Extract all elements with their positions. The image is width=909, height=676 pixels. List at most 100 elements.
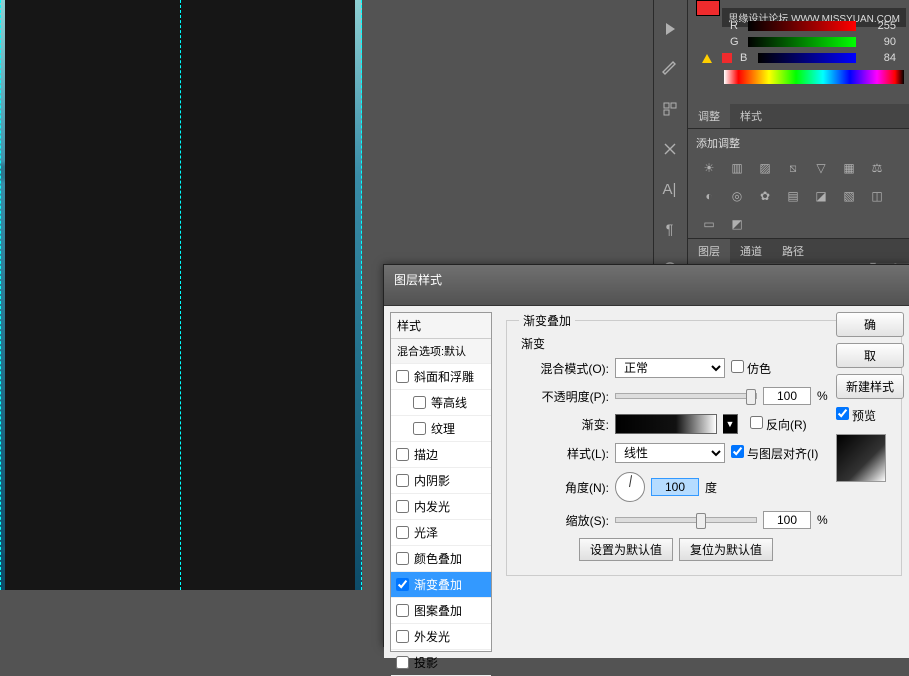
angle-input[interactable] (651, 478, 699, 496)
opacity-input[interactable] (763, 387, 811, 405)
red-slider[interactable] (748, 21, 856, 31)
style-checkbox[interactable] (396, 448, 409, 461)
green-slider[interactable] (748, 37, 856, 47)
ok-button[interactable]: 确 (836, 312, 904, 337)
scale-slider[interactable] (615, 517, 757, 523)
tab-adjustments[interactable]: 调整 (688, 104, 730, 128)
red-value[interactable] (862, 19, 898, 33)
blend-mode-label: 混合模式(O): (519, 360, 609, 377)
threshold-icon[interactable]: ◫ (868, 187, 886, 205)
play-icon[interactable] (659, 18, 681, 40)
style-pattern-overlay[interactable]: 图案叠加 (391, 598, 491, 624)
style-checkbox[interactable] (396, 630, 409, 643)
color-spectrum[interactable] (724, 70, 904, 84)
cancel-button[interactable]: 取 (836, 343, 904, 368)
levels-icon[interactable]: ▥ (728, 159, 746, 177)
guide-line (0, 0, 2, 590)
brush-icon[interactable] (659, 58, 681, 80)
style-texture[interactable]: 纹理 (391, 416, 491, 442)
dialog-title: 图层样式 (384, 265, 909, 306)
bw-icon[interactable]: ◐ (700, 187, 718, 205)
style-color-overlay[interactable]: 颜色叠加 (391, 546, 491, 572)
scale-input[interactable] (763, 511, 811, 529)
lut-icon[interactable]: ▤ (784, 187, 802, 205)
invert-icon[interactable]: ◪ (812, 187, 830, 205)
style-checkbox[interactable] (396, 370, 409, 383)
styles-header[interactable]: 样式 (391, 313, 491, 339)
blend-options-default[interactable]: 混合选项:默认 (391, 339, 491, 364)
dialog-buttons: 确 取 新建样式 预览 (836, 312, 904, 482)
right-panels: 思缘设计论坛 WWW.MISSYUAN.COM R G B 调整 样式 添加调整 (687, 0, 909, 272)
hue-icon[interactable]: ▦ (840, 159, 858, 177)
align-checkbox[interactable]: 与图层对齐(I) (731, 445, 818, 462)
exposure-icon[interactable]: ⧅ (784, 159, 802, 177)
guide-line (361, 0, 362, 590)
tab-channels[interactable]: 通道 (730, 239, 772, 263)
paragraph-icon[interactable]: ¶ (659, 218, 681, 240)
blue-slider[interactable] (758, 53, 856, 63)
color-chip[interactable] (722, 53, 732, 63)
opacity-slider[interactable] (615, 393, 757, 399)
swatches-icon[interactable] (659, 98, 681, 120)
color-slider-row: R (724, 18, 904, 34)
brightness-icon[interactable]: ☀ (700, 159, 718, 177)
photo-filter-icon[interactable]: ◎ (728, 187, 746, 205)
tab-paths[interactable]: 路径 (772, 239, 814, 263)
tab-layers[interactable]: 图层 (688, 239, 730, 263)
layer-style-dialog: 图层样式 样式 混合选项:默认 斜面和浮雕 等高线 纹理 描边 内阴影 内发光 … (383, 264, 909, 647)
blue-value[interactable] (862, 51, 898, 65)
curves-icon[interactable]: ▨ (756, 159, 774, 177)
crossed-tools-icon[interactable] (659, 138, 681, 160)
scale-label: 缩放(S): (519, 512, 609, 529)
style-inner-glow[interactable]: 内发光 (391, 494, 491, 520)
style-checkbox[interactable] (396, 500, 409, 513)
slider-label: G (730, 36, 742, 48)
style-checkbox[interactable] (396, 526, 409, 539)
angle-dial[interactable] (615, 472, 645, 502)
reset-default-button[interactable]: 复位为默认值 (679, 538, 773, 561)
gradient-dropdown-icon[interactable]: ▼ (723, 414, 738, 434)
gradient-map-icon[interactable]: ▭ (700, 215, 718, 233)
vibrance-icon[interactable]: ▽ (812, 159, 830, 177)
style-checkbox[interactable] (413, 396, 426, 409)
gradient-style-select[interactable]: 线性 (615, 443, 725, 463)
style-checkbox[interactable] (396, 604, 409, 617)
posterize-icon[interactable]: ▧ (840, 187, 858, 205)
gamut-warning-icon[interactable] (702, 54, 712, 63)
style-inner-shadow[interactable]: 内阴影 (391, 468, 491, 494)
style-stroke[interactable]: 描边 (391, 442, 491, 468)
style-gradient-overlay[interactable]: 渐变叠加 (391, 572, 491, 598)
text-icon[interactable]: A| (659, 178, 681, 200)
blend-mode-select[interactable]: 正常 (615, 358, 725, 378)
opacity-label: 不透明度(P): (519, 388, 609, 405)
canvas-document[interactable] (0, 0, 362, 590)
balance-icon[interactable]: ⚖ (868, 159, 886, 177)
channel-mixer-icon[interactable]: ✿ (756, 187, 774, 205)
reverse-checkbox[interactable]: 反向(R) (750, 416, 807, 433)
new-style-button[interactable]: 新建样式 (836, 374, 904, 399)
style-checkbox[interactable] (396, 656, 409, 669)
color-slider-row: B (696, 50, 904, 66)
gradient-sub-label: 渐变 (521, 335, 889, 352)
style-outer-glow[interactable]: 外发光 (391, 624, 491, 650)
style-checkbox[interactable] (396, 552, 409, 565)
style-bevel[interactable]: 斜面和浮雕 (391, 364, 491, 390)
dither-checkbox[interactable]: 仿色 (731, 360, 771, 377)
tool-options-column: A| ¶ (653, 0, 685, 290)
preview-checkbox[interactable]: 预览 (836, 407, 904, 424)
style-satin[interactable]: 光泽 (391, 520, 491, 546)
gradient-preview[interactable] (615, 414, 717, 434)
add-adjustment-label: 添加调整 (696, 135, 902, 151)
style-contour[interactable]: 等高线 (391, 390, 491, 416)
style-checkbox[interactable] (396, 474, 409, 487)
make-default-button[interactable]: 设置为默认值 (579, 538, 673, 561)
selective-icon[interactable]: ◩ (728, 215, 746, 233)
style-checkbox[interactable] (413, 422, 426, 435)
tab-styles[interactable]: 样式 (730, 104, 772, 128)
slider-label: B (740, 52, 752, 64)
slider-label: R (730, 20, 742, 32)
style-checkbox[interactable] (396, 578, 409, 591)
style-drop-shadow[interactable]: 投影 (391, 650, 491, 676)
foreground-color-swatch[interactable] (696, 0, 720, 16)
green-value[interactable] (862, 35, 898, 49)
